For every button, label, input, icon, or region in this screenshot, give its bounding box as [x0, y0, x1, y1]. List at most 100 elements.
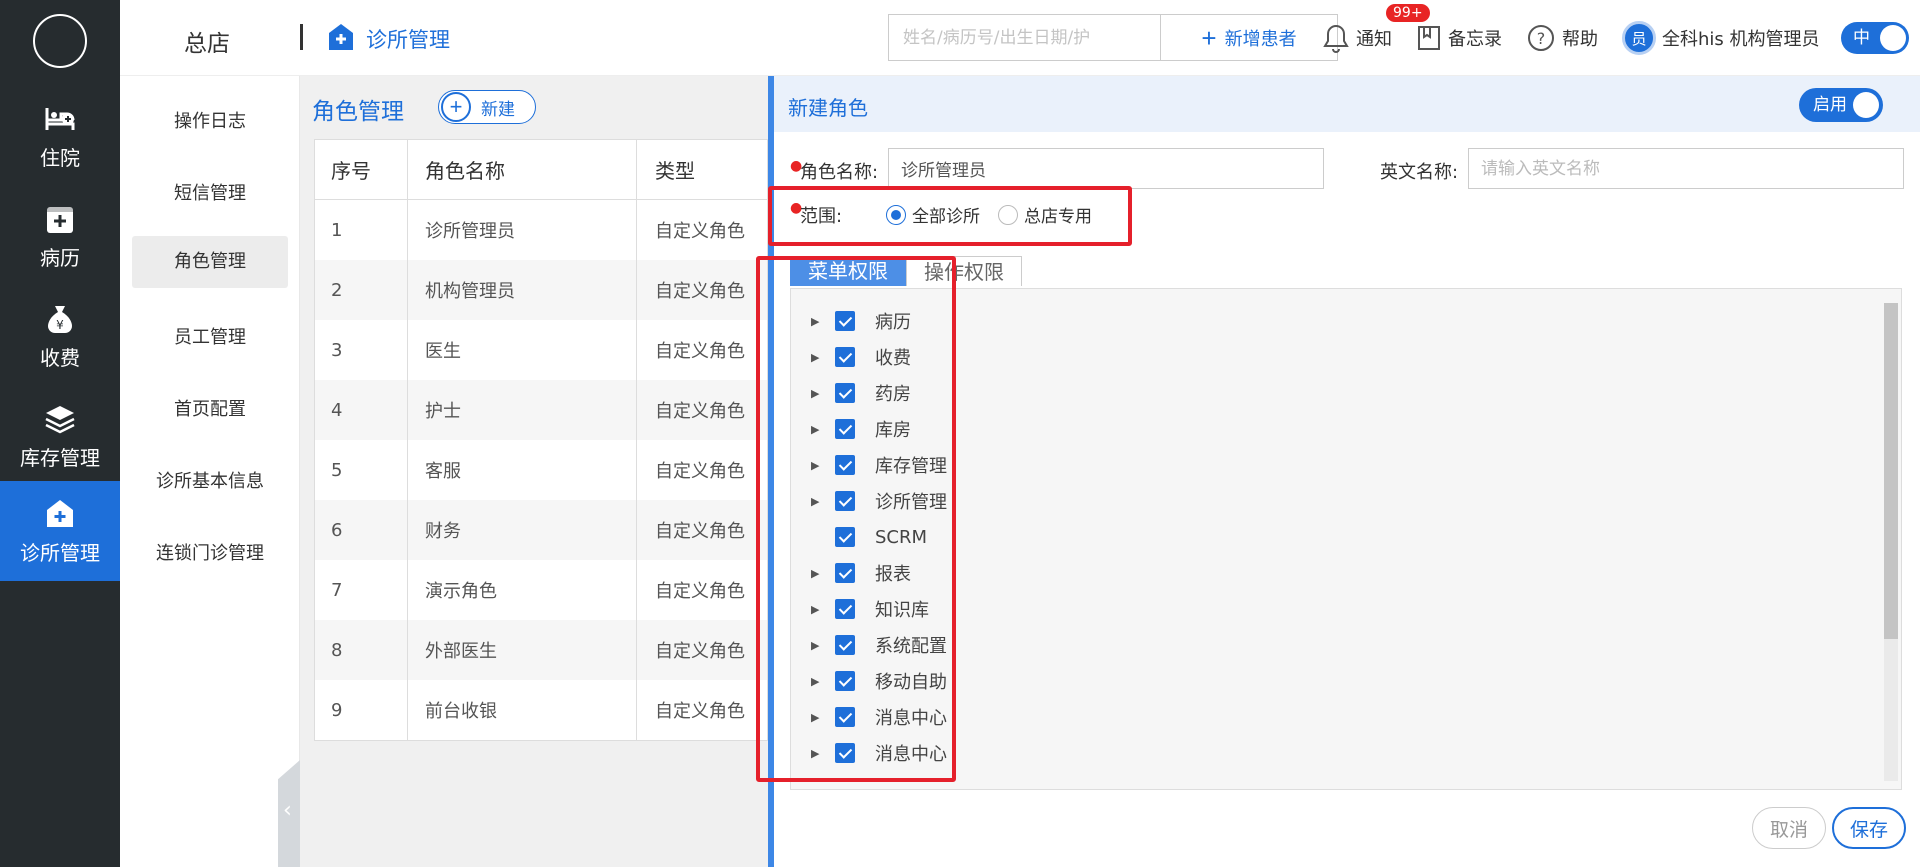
brand-name[interactable]: 总店: [184, 24, 230, 58]
form-title: 新建角色: [788, 96, 868, 120]
subnav-item-clinic-info[interactable]: 诊所基本信息: [132, 456, 288, 508]
nav-item-label: 病历: [40, 246, 80, 270]
logo-circle[interactable]: [33, 14, 87, 68]
table-row[interactable]: 4 护士 自定义角色: [315, 380, 767, 440]
left-nav: 住院 病历 ¥ 收费 库存管理 诊所管理: [0, 0, 120, 867]
cell-name: 演示角色: [408, 560, 637, 620]
subnav-item-operation-log[interactable]: 操作日志: [132, 96, 288, 148]
cell-type: 自定义角色: [655, 341, 745, 362]
table-row[interactable]: 5 客服 自定义角色: [315, 440, 767, 500]
table-row[interactable]: 6 财务 自定义角色: [315, 500, 767, 560]
subnav-item-sms[interactable]: 短信管理: [132, 168, 288, 220]
cell-name: 客服: [408, 440, 637, 500]
plus-icon: +: [1201, 22, 1217, 53]
cell-type: 自定义角色: [655, 641, 745, 662]
table-row[interactable]: 1 诊所管理员 自定义角色: [315, 200, 767, 260]
permission-tree: ▶ 病历 ▶ 收费 ▶ 药房 ▶ 库房 ▶ 库存管理 ▶ 诊所管理 SCRM ▶ 报表 ▶ 知识…: [790, 288, 1902, 790]
new-role-label: 新建: [481, 99, 515, 119]
plus-circle-icon: +: [441, 92, 471, 122]
enable-label: 启用: [1813, 95, 1847, 115]
scrollbar-thumb[interactable]: [1884, 303, 1898, 639]
cell-name: 外部医生: [408, 620, 637, 680]
cell-name: 医生: [408, 320, 637, 380]
column-header-name: 角色名称: [408, 140, 637, 199]
english-name-input[interactable]: [1468, 148, 1904, 189]
scrollbar[interactable]: [1884, 303, 1898, 781]
role-name-input[interactable]: [888, 148, 1324, 189]
enable-toggle[interactable]: 启用: [1799, 88, 1883, 122]
add-patient-label: 新增患者: [1224, 28, 1297, 49]
subnav-item-staff[interactable]: 员工管理: [132, 312, 288, 364]
subnav-item-home-config[interactable]: 首页配置: [132, 384, 288, 436]
notify-label: 通知: [1356, 29, 1392, 50]
layers-icon: [45, 406, 75, 434]
bell-icon: [1323, 24, 1349, 53]
cell-name: 财务: [408, 500, 637, 560]
book-icon: [1418, 26, 1440, 50]
nav-item-label: 诊所管理: [20, 541, 100, 565]
add-patient-button[interactable]: + 新增患者: [1160, 14, 1338, 61]
cell-index: 3: [315, 320, 408, 380]
medical-record-icon: [47, 207, 73, 233]
cell-name: 前台收银: [408, 680, 637, 740]
nav-item-records[interactable]: 病历: [0, 186, 120, 286]
notify-button[interactable]: 通知: [1322, 20, 1392, 56]
clinic-icon: [329, 24, 353, 50]
hospital-bed-icon: [45, 108, 75, 130]
cell-type: 自定义角色: [655, 221, 745, 242]
cell-index: 7: [315, 560, 408, 620]
chevron-left-icon: ‹: [283, 798, 292, 823]
table-row[interactable]: 2 机构管理员 自定义角色: [315, 260, 767, 320]
toggle-knob: [1853, 92, 1879, 118]
role-name-label: 角色名称:: [800, 162, 879, 183]
toggle-knob: [1880, 25, 1906, 51]
cell-index: 4: [315, 380, 408, 440]
table-header: 序号 角色名称 类型: [315, 140, 767, 200]
nav-item-inventory[interactable]: 库存管理: [0, 386, 120, 486]
cell-type: 自定义角色: [655, 581, 745, 602]
cell-index: 2: [315, 260, 408, 320]
cell-type: 自定义角色: [655, 521, 745, 542]
new-role-form: 新建角色 启用 ● 角色名称: 英文名称: ● 范围: 全部诊所 总店专用 菜单…: [756, 76, 1920, 867]
secondary-sidebar: 操作日志 短信管理 角色管理 员工管理 首页配置 诊所基本信息 连锁门诊管理: [120, 76, 300, 867]
tree-highlight-box: [756, 256, 956, 782]
cancel-button[interactable]: 取消: [1752, 807, 1826, 849]
subnav-item-chain-clinics[interactable]: 连锁门诊管理: [132, 528, 288, 580]
svg-text:¥: ¥: [56, 318, 64, 332]
clinic-icon: [47, 500, 73, 527]
avatar: 员: [1622, 21, 1656, 55]
help-button[interactable]: ? 帮助: [1526, 20, 1598, 56]
help-label: 帮助: [1562, 29, 1598, 50]
cell-type: 自定义角色: [655, 461, 745, 482]
memo-button[interactable]: 备忘录: [1416, 20, 1502, 56]
help-icon: ?: [1528, 25, 1554, 51]
cell-index: 8: [315, 620, 408, 680]
memo-label: 备忘录: [1448, 29, 1502, 50]
cell-type: 自定义角色: [655, 401, 745, 422]
nav-item-label: 住院: [40, 146, 80, 170]
nav-item-clinic-admin[interactable]: 诊所管理: [0, 481, 120, 581]
cell-index: 9: [315, 680, 408, 740]
nav-item-inpatient[interactable]: 住院: [0, 86, 120, 186]
table-row[interactable]: 8 外部医生 自定义角色: [315, 620, 767, 680]
language-label: 中: [1853, 28, 1870, 48]
save-button[interactable]: 保存: [1832, 807, 1906, 849]
new-role-button[interactable]: + 新建: [438, 90, 536, 124]
table-row[interactable]: 3 医生 自定义角色: [315, 320, 767, 380]
table-row[interactable]: 9 前台收银 自定义角色: [315, 680, 767, 740]
subnav-item-roles[interactable]: 角色管理: [132, 236, 288, 288]
cell-name: 诊所管理员: [408, 200, 637, 260]
panel-title: 角色管理: [312, 99, 404, 125]
role-list-panel: 角色管理 + 新建 序号 角色名称 类型 1 诊所管理员 自定义角色 2 机构管理员自…: [300, 76, 768, 867]
english-name-label: 英文名称:: [1380, 162, 1459, 183]
nav-item-billing[interactable]: ¥ 收费: [0, 286, 120, 386]
table-row[interactable]: 7 演示角色 自定义角色: [315, 560, 767, 620]
language-toggle[interactable]: 中: [1841, 22, 1909, 54]
user-menu[interactable]: 员 全科his 机构管理员: [1622, 20, 1820, 56]
svg-text:?: ?: [1537, 29, 1546, 48]
role-table: 序号 角色名称 类型 1 诊所管理员 自定义角色 2 机构管理员 自定义角色 3 医生 自定…: [314, 139, 768, 741]
top-header: 总店 诊所管理 + 新增患者 通知 99+ 备忘录 ? 帮助 员 全科his 机…: [120, 0, 1920, 76]
cell-index: 1: [315, 200, 408, 260]
money-bag-icon: ¥: [48, 306, 72, 333]
cell-type: 自定义角色: [655, 281, 745, 302]
